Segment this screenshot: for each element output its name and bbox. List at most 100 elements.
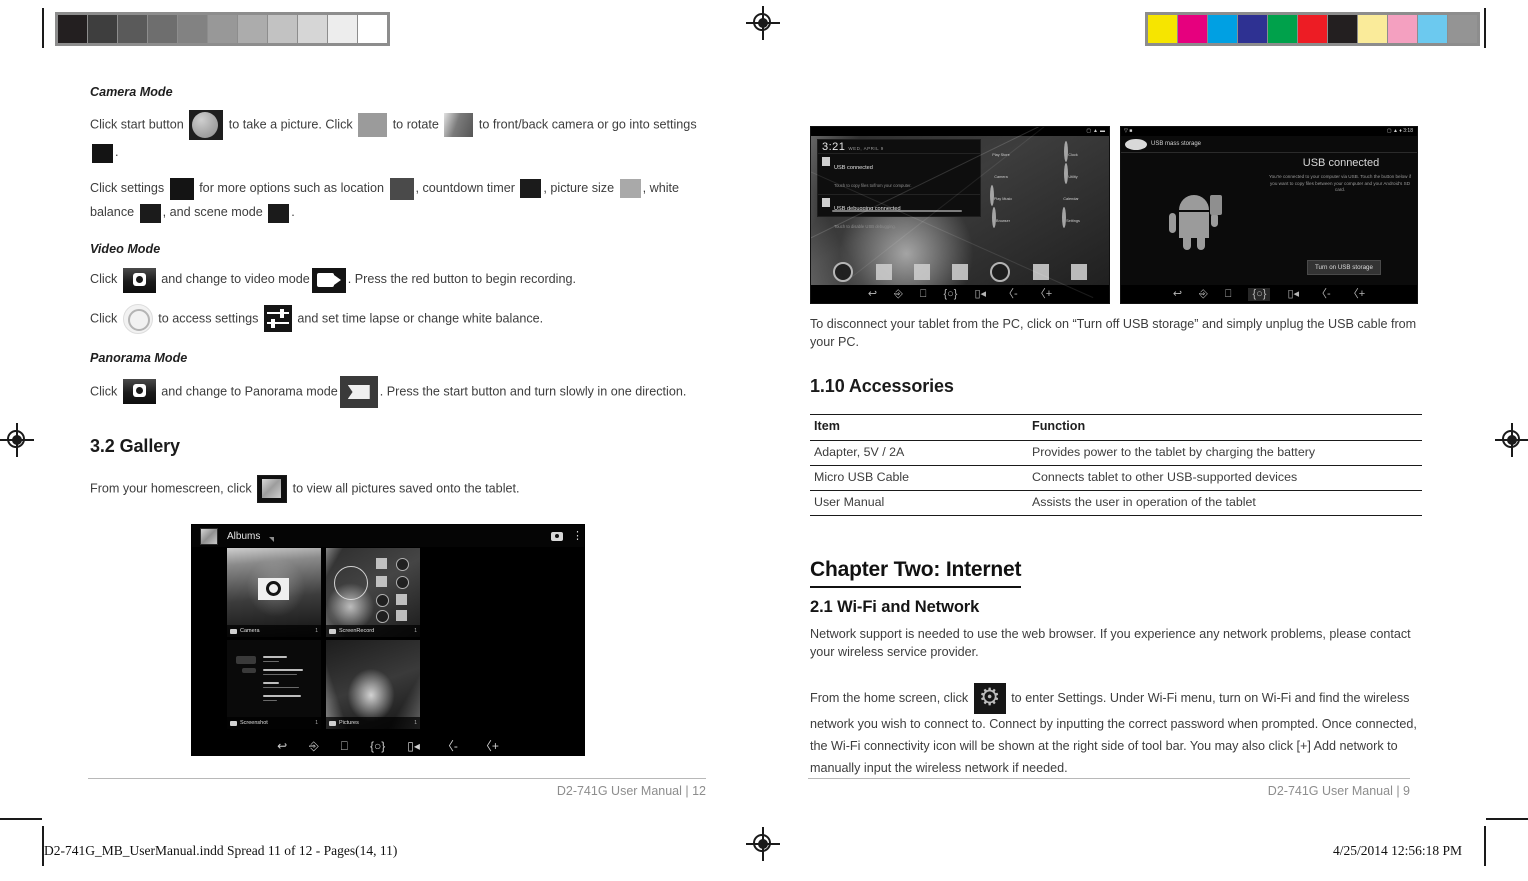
robot-leg-left (1183, 238, 1191, 250)
list-row-title-3 (263, 682, 279, 684)
volume-up-icon[interactable]: 〈+ (1035, 288, 1052, 300)
volume-up-icon[interactable]: 〈+ (1348, 288, 1365, 300)
gallery-icon (200, 527, 218, 545)
camera-p1-text-a: Click start button (90, 117, 184, 132)
album-tile-camera[interactable]: Camera 1 (227, 548, 321, 637)
signal-icon: ▬ (1100, 128, 1105, 134)
battery-icon: ▢ (1086, 128, 1092, 134)
album-tile-screenshot[interactable]: Screenshot 1 (227, 640, 321, 729)
crop-mark-top-right (1484, 8, 1486, 48)
gallery-action-bar: Albums ⋮ (192, 525, 584, 547)
chapter-two-heading: Chapter Two: Internet (810, 556, 1021, 588)
wifi-paragraph-1: Network support is needed to use the web… (810, 626, 1411, 660)
gray-swatch-3 (148, 15, 177, 43)
home-app[interactable]: Calendar (1041, 187, 1101, 205)
dock-icon-browser[interactable] (833, 262, 854, 282)
usb-mass-storage-screenshot: ▽ ■ ▢ ▲ ♦ 3:18 USB mass storage USB conn… (1120, 126, 1418, 304)
shutter-button-icon (189, 110, 224, 141)
dock-icon-market[interactable] (913, 264, 930, 280)
volume-down-icon[interactable]: 〈- (1003, 288, 1018, 300)
recents-icon[interactable]: ⎕ (920, 288, 927, 300)
dock-icon-play[interactable] (875, 264, 892, 280)
camera-icon[interactable] (551, 531, 563, 541)
usb-connected-body: You're connected to your computer via US… (1268, 174, 1412, 193)
volume-down-icon[interactable]: 〈- (442, 740, 458, 752)
right-page-column: To disconnect your tablet from the PC, c… (810, 315, 1422, 790)
scene-mode-icon (268, 203, 290, 223)
home-app[interactable]: Clock (1041, 141, 1101, 162)
front-back-camera-icon (444, 113, 474, 138)
folder-icon (329, 720, 336, 726)
gear-icon: ⚙ (973, 683, 1006, 715)
video-p1-text-b: and change to video mode (161, 272, 310, 287)
notification-item[interactable]: USB connected Touch to copy files to/fro… (818, 153, 980, 194)
screenrecord-icon[interactable]: ▯◂ (974, 288, 986, 300)
app-label: Browser (996, 219, 1010, 223)
home-icon[interactable]: ⎆ (1199, 288, 1208, 300)
notification-item[interactable]: USB debugging connected Touch to disable… (818, 194, 980, 235)
camera-p1-text-b: to take a picture. Click (228, 117, 353, 132)
print-spread: Camera Mode Click start button to take a… (0, 0, 1528, 881)
dock-icon-files[interactable] (1070, 264, 1087, 280)
cell-item: Micro USB Cable (810, 465, 1028, 491)
home-icon[interactable]: ⎆ (894, 288, 903, 300)
back-icon[interactable]: ↩ (1173, 288, 1182, 300)
screenshot-icon[interactable]: {○} (370, 740, 385, 752)
video-p1-text-c: . Press the red button to begin recordin… (347, 272, 576, 287)
gallery-app-icon (257, 474, 288, 503)
color-swatch-8 (1388, 15, 1417, 43)
home-app[interactable]: Utility (1041, 163, 1101, 184)
screenshot-icon[interactable]: {○} (943, 288, 957, 300)
chevron-down-icon[interactable] (269, 537, 275, 542)
gallery-text-b: to view all pictures saved onto the tabl… (292, 481, 520, 496)
volume-up-icon[interactable]: 〈+ (480, 740, 499, 752)
back-icon[interactable]: ↩ (868, 288, 877, 300)
color-swatch-5 (1298, 15, 1327, 43)
registration-mark-left (0, 423, 34, 457)
trim-mark-right-upper (1486, 818, 1528, 820)
gray-swatch-6 (238, 15, 267, 43)
all-apps-icon[interactable] (952, 264, 968, 280)
camera-app-icon-1 (122, 267, 156, 293)
panorama-mode-heading: Panorama Mode (90, 350, 188, 365)
record-ring-icon (122, 303, 153, 334)
wifi-p2-text-a: From the home screen, click (810, 691, 969, 706)
color-swatch-2 (1208, 15, 1237, 43)
recents-icon[interactable]: ⎕ (341, 740, 348, 752)
album-count: 1 (315, 720, 318, 726)
white-balance-icon (139, 203, 161, 223)
album-tile-pictures[interactable]: Pictures 1 (326, 640, 420, 729)
footer-rule (88, 778, 706, 779)
recents-icon[interactable]: ⎕ (1225, 288, 1232, 300)
overflow-menu-icon[interactable]: ⋮ (572, 531, 583, 542)
home-icon[interactable]: ⎆ (309, 740, 319, 752)
robot-arm-right (1211, 213, 1218, 227)
volume-down-icon[interactable]: 〈- (1316, 288, 1331, 300)
panorama-p1-text-b: and change to Panorama mode (161, 384, 338, 399)
album-name: Pictures (339, 720, 359, 726)
camera-p2-text-c: , countdown timer (415, 180, 515, 195)
gray-swatch-5 (208, 15, 237, 43)
back-icon[interactable]: ↩ (277, 740, 287, 752)
column-header-function: Function (1028, 414, 1422, 441)
color-swatch-9 (1418, 15, 1447, 43)
notification-shade: 3:21 WED, APRIL 9 USB connected Touch to … (817, 139, 981, 229)
usb-plug-icon (1210, 195, 1222, 215)
turn-on-usb-storage-button[interactable]: Turn on USB storage (1307, 260, 1381, 275)
home-app[interactable]: Settings (1041, 207, 1101, 228)
screenrecord-icon[interactable]: ▯◂ (407, 740, 420, 752)
dock-icon-music[interactable] (990, 262, 1011, 282)
album-tile-screenrecord[interactable]: ScreenRecord 1 (326, 548, 420, 637)
color-swatch-7 (1358, 15, 1387, 43)
screenrecord-icon[interactable]: ▯◂ (1287, 288, 1299, 300)
camera-p2-text-d: , picture size (543, 180, 615, 195)
robot-leg-right (1197, 238, 1205, 250)
screenshot-icon[interactable]: {○} (1248, 287, 1271, 301)
color-swatch-6 (1328, 15, 1357, 43)
color-swatch-10 (1448, 15, 1477, 43)
list-thumb-2 (242, 668, 256, 673)
disconnect-paragraph: To disconnect your tablet from the PC, c… (810, 317, 1417, 350)
color-swatch-1 (1178, 15, 1207, 43)
camera-mode-heading: Camera Mode (90, 85, 173, 99)
registration-mark-bottom-center (746, 827, 780, 861)
